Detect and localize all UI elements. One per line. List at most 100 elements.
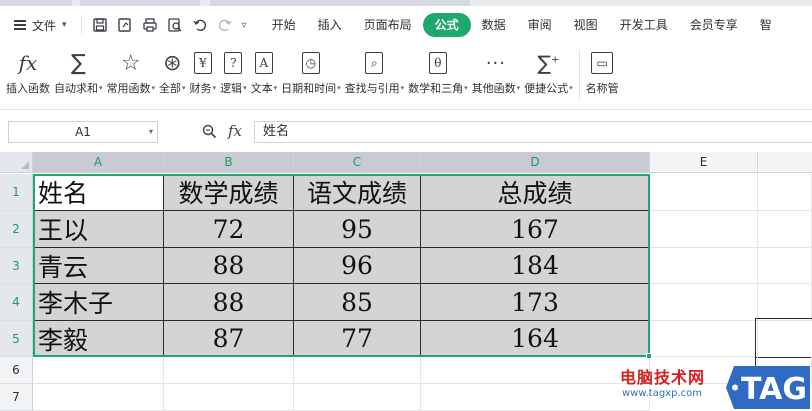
cell-e3[interactable] [650, 248, 758, 284]
row-header-6[interactable]: 6 [0, 357, 33, 384]
tab-view[interactable]: 视图 [563, 13, 609, 37]
formula-input[interactable]: 姓名 [254, 121, 812, 143]
redo-icon[interactable] [217, 17, 233, 33]
chevron-down-icon: ▾ [182, 84, 186, 92]
cell-b4[interactable]: 88 [164, 284, 294, 321]
name-manager-button[interactable]: ▭ 名称管 [586, 44, 619, 104]
logical-functions-button[interactable]: ? 逻辑 ▾ [220, 44, 247, 104]
tab-formulas[interactable]: 公式 [422, 13, 471, 37]
text-functions-button[interactable]: A 文本 ▾ [250, 44, 277, 104]
all-functions-button[interactable]: ⊛ 全部 ▾ [159, 44, 186, 104]
row-header-3[interactable]: 3 [0, 248, 33, 284]
chevron-down-icon: ▾ [569, 84, 573, 92]
cell-b5[interactable]: 87 [164, 321, 294, 357]
cell-c7[interactable] [294, 384, 421, 411]
customize-toolbar-icon[interactable]: ▿ [242, 20, 247, 31]
row-header-1[interactable]: 1 [0, 174, 33, 211]
file-menu-button[interactable]: 文件 ▾ [0, 6, 67, 44]
column-header-f[interactable] [758, 152, 812, 173]
insert-function-button[interactable]: fx 插入函数 [6, 44, 50, 104]
tab-insert[interactable]: 插入 [307, 13, 353, 37]
cell-a1[interactable]: 姓名 [33, 174, 164, 211]
ribbon-button-label: 常用函数 [106, 82, 151, 95]
cell-e5[interactable] [650, 321, 758, 357]
financial-functions-button[interactable]: ¥ 财务 ▾ [190, 44, 216, 104]
cell-e1[interactable] [650, 174, 758, 211]
cell-a6[interactable] [33, 357, 164, 384]
ribbon-button-label: 逻辑 [220, 82, 243, 95]
cell-d3[interactable]: 184 [421, 248, 650, 284]
quick-formula-button[interactable]: ∑+ 便捷公式 ▾ [524, 44, 573, 104]
column-header-d[interactable]: D [421, 152, 650, 173]
cell-f3[interactable] [758, 248, 812, 284]
math-trig-button[interactable]: θ 数学和三角 ▾ [408, 44, 468, 104]
print-icon[interactable] [142, 17, 158, 33]
autosum-button[interactable]: ∑ 自动求和 ▾ [54, 44, 103, 104]
cell-d4[interactable]: 173 [421, 284, 650, 321]
column-header-c[interactable]: C [294, 152, 421, 173]
tab-member[interactable]: 会员专享 [679, 13, 749, 37]
star-icon: ☆ [120, 50, 141, 76]
ribbon-button-label: 便捷公式 [524, 82, 569, 95]
ribbon-button-label: 日期和时间 [281, 82, 337, 95]
tab-review[interactable]: 审阅 [517, 13, 563, 37]
cell-c4[interactable]: 85 [294, 284, 421, 321]
ribbon-button-label: 文本 [250, 82, 273, 95]
cell-c6[interactable] [294, 357, 421, 384]
cell-c1[interactable]: 语文成绩 [294, 174, 421, 211]
cell-a5[interactable]: 李毅 [33, 321, 164, 357]
chevron-down-icon[interactable]: ▾ [149, 122, 153, 142]
cell-e2[interactable] [650, 211, 758, 248]
cell-a2[interactable]: 王以 [33, 211, 164, 248]
cell-d7[interactable] [421, 384, 650, 411]
cell-b6[interactable] [164, 357, 294, 384]
cell-b7[interactable] [164, 384, 294, 411]
insert-function-fx-button[interactable]: fx [228, 122, 242, 140]
other-functions-button[interactable]: ··· 其他函数 ▾ [472, 44, 521, 104]
tab-page-layout[interactable]: 页面布局 [353, 13, 423, 37]
cell-f4[interactable] [758, 284, 812, 321]
cell-a4[interactable]: 李木子 [33, 284, 164, 321]
cell-f2[interactable] [758, 211, 812, 248]
cell-d5[interactable]: 164 [421, 321, 650, 357]
cell-e4[interactable] [650, 284, 758, 321]
row-header-5[interactable]: 5 [0, 321, 33, 357]
search-book-icon: ⌕ [365, 50, 384, 76]
tab-smart[interactable]: 智 [749, 13, 783, 37]
question-book-icon: ? [224, 50, 243, 76]
select-all-corner[interactable] [0, 152, 33, 173]
cell-c2[interactable]: 95 [294, 211, 421, 248]
print-preview-icon[interactable] [167, 17, 183, 33]
datetime-functions-button[interactable]: ◷ 日期和时间 ▾ [281, 44, 341, 104]
cell-b2[interactable]: 72 [164, 211, 294, 248]
tab-home[interactable]: 开始 [261, 13, 307, 37]
row-header-2[interactable]: 2 [0, 211, 33, 248]
export-pdf-icon[interactable] [117, 17, 133, 33]
name-box[interactable]: A1 ▾ [8, 121, 158, 143]
save-icon[interactable] [92, 17, 108, 33]
column-header-e[interactable]: E [650, 152, 758, 173]
lookup-reference-button[interactable]: ⌕ 查找与引用 ▾ [345, 44, 404, 104]
cell-d6[interactable] [421, 357, 650, 384]
cell-c3[interactable]: 96 [294, 248, 421, 284]
column-header-b[interactable]: B [164, 152, 294, 173]
row-header-4[interactable]: 4 [0, 284, 33, 321]
cell-d1[interactable]: 总成绩 [421, 174, 650, 211]
tab-data[interactable]: 数据 [471, 13, 517, 37]
cell-b3[interactable]: 88 [164, 248, 294, 284]
tab-developer[interactable]: 开发工具 [609, 13, 679, 37]
column-header-a[interactable]: A [33, 152, 164, 173]
common-functions-button[interactable]: ☆ 常用函数 ▾ [107, 44, 156, 104]
cell-d2[interactable]: 167 [421, 211, 650, 248]
undo-icon[interactable] [192, 17, 208, 33]
row-header-7[interactable]: 7 [0, 384, 33, 411]
tag-logo-text: TAG [741, 372, 807, 407]
cell-a3[interactable]: 青云 [33, 248, 164, 284]
cell-c5[interactable]: 77 [294, 321, 421, 357]
cell-f1[interactable] [758, 174, 812, 211]
cell-a7[interactable] [33, 384, 164, 411]
zoom-icon[interactable] [202, 124, 217, 143]
cell-b1[interactable]: 数学成绩 [164, 174, 294, 211]
fill-handle[interactable] [646, 353, 652, 359]
cell-f5[interactable] [755, 318, 812, 358]
